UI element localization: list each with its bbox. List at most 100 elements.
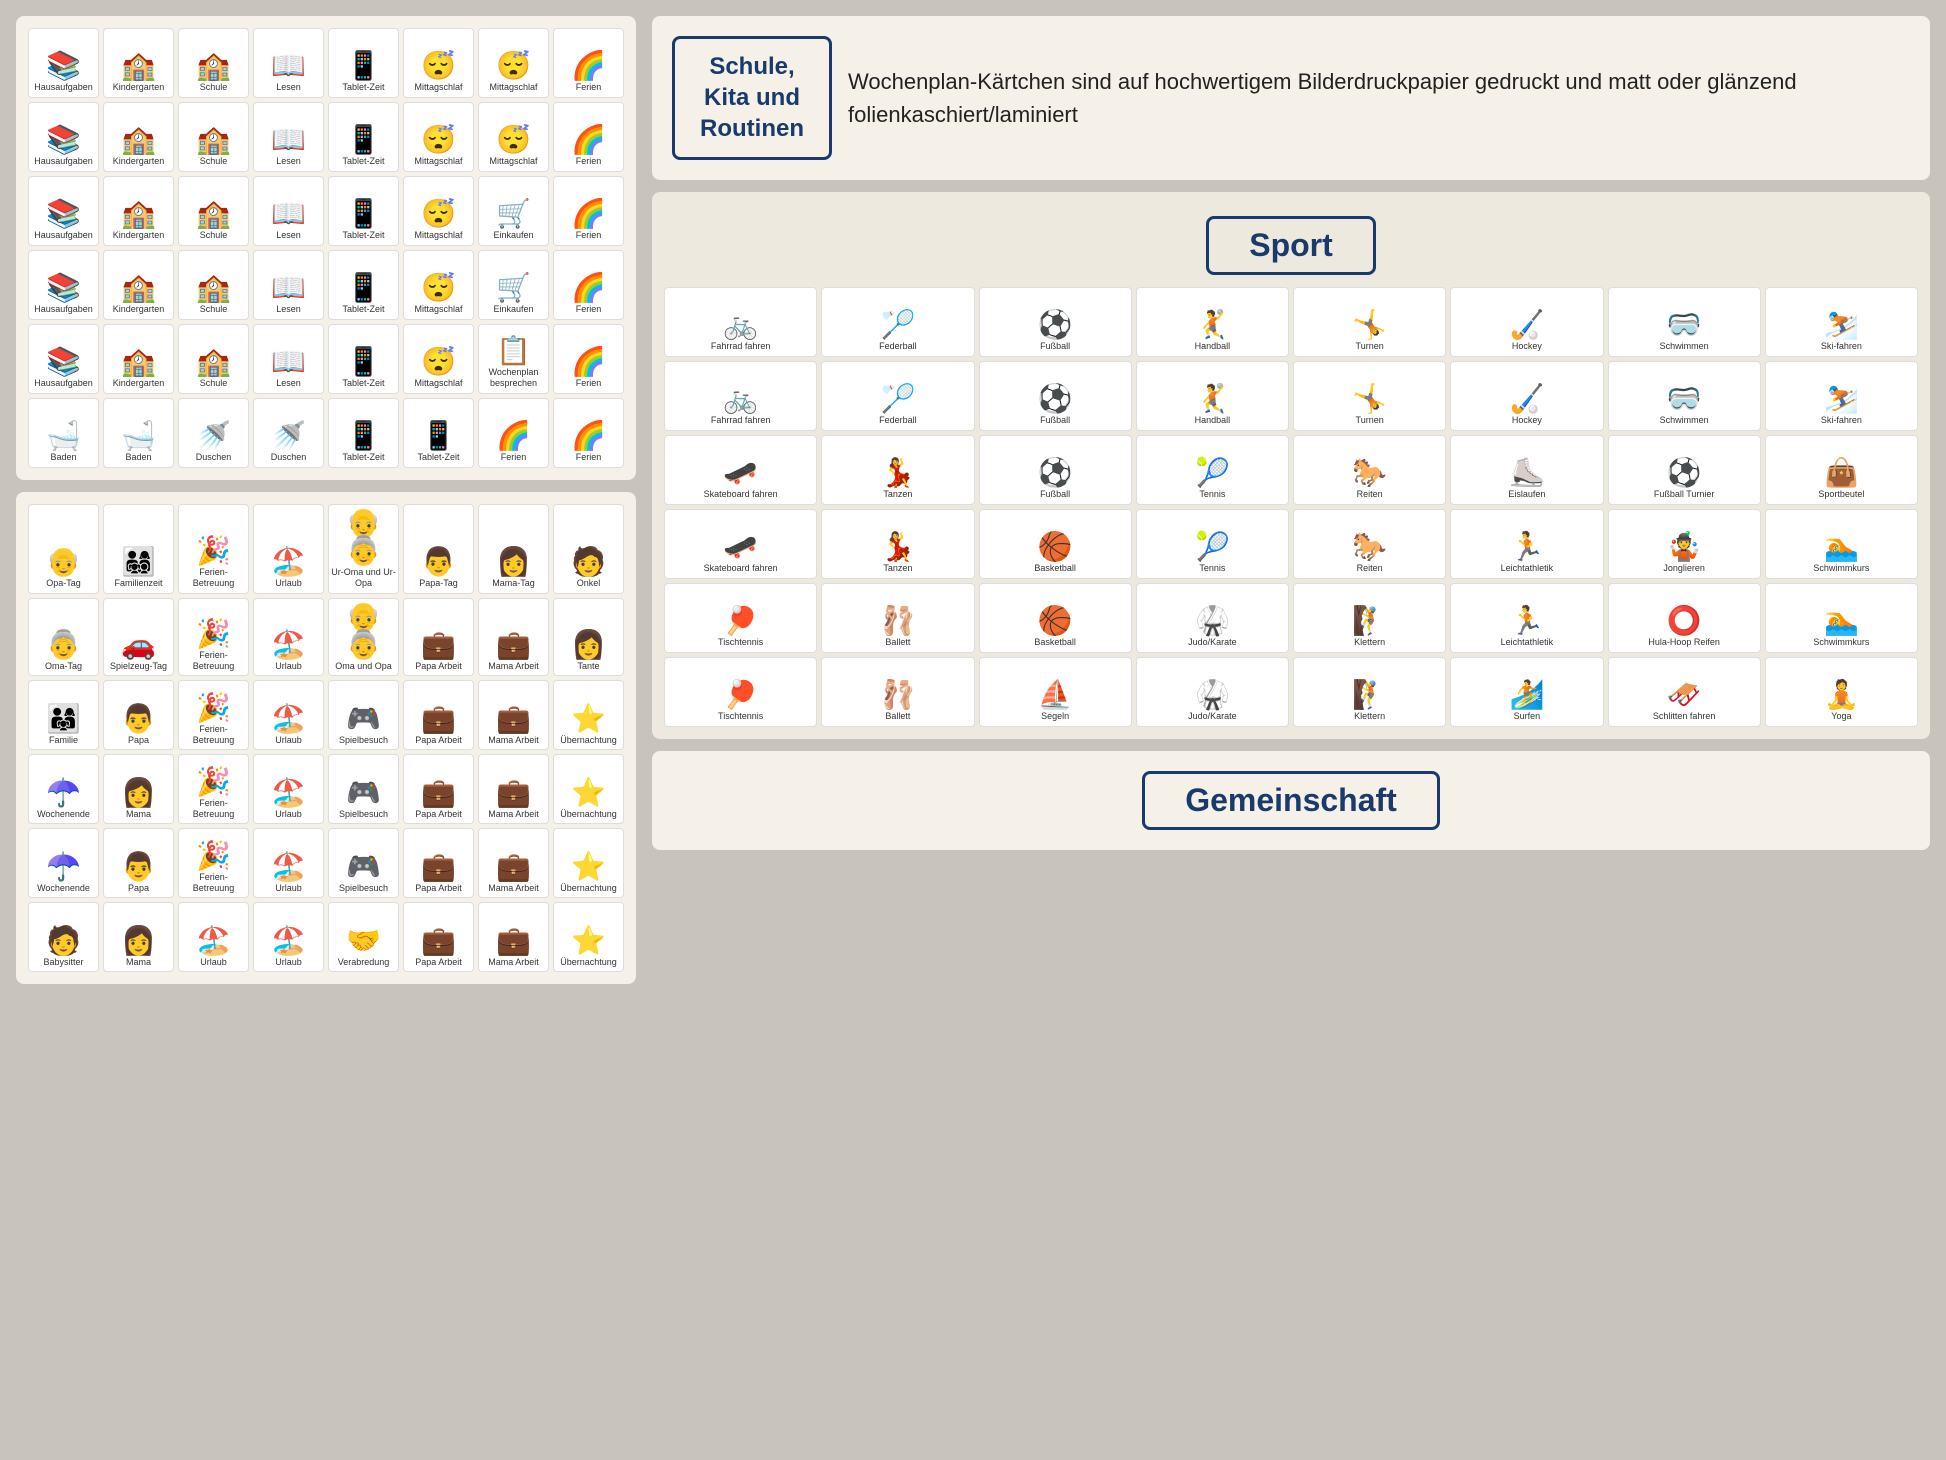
- card-label: Oma und Opa: [335, 661, 392, 672]
- card-label: Basketball: [1034, 637, 1076, 648]
- card-label: Ferien: [576, 230, 602, 241]
- card-label: Leichtathletik: [1501, 637, 1554, 648]
- card-label: Schwimmen: [1660, 341, 1709, 352]
- activity-card: 💃Tanzen: [821, 435, 974, 505]
- card-icon: 🚿: [196, 422, 231, 450]
- activity-card: 🤹Jonglieren: [1608, 509, 1761, 579]
- activity-card: 📚Hausaufgaben: [28, 250, 99, 320]
- card-label: Kindergarten: [113, 304, 165, 315]
- activity-card: 👩Mama-Tag: [478, 504, 549, 594]
- activity-card: 🚿Duschen: [253, 398, 324, 468]
- card-label: Mama-Tag: [492, 578, 535, 589]
- card-icon: 🏖️: [271, 705, 306, 733]
- card-label: Tanzen: [883, 489, 912, 500]
- activity-card: 📱 Tablet-Zeit: [328, 324, 399, 394]
- card-icon: 🏫: [196, 274, 231, 302]
- card-label: Handball: [1195, 341, 1231, 352]
- activity-card: 🎾Tennis: [1136, 435, 1289, 505]
- card-icon: 🏖️: [271, 631, 306, 659]
- card-icon: 📚: [46, 348, 81, 376]
- card-icon: 📱: [421, 422, 456, 450]
- card-label: Mittagschlaf: [414, 82, 462, 93]
- activity-card: 🌈Ferien: [553, 176, 624, 246]
- card-icon: 🏊: [1824, 533, 1859, 561]
- card-icon: ☂️: [46, 779, 81, 807]
- right-column: Schule,Kita undRoutinen Wochenplan-Kärtc…: [652, 16, 1930, 1444]
- activity-card: 💼Mama Arbeit: [478, 754, 549, 824]
- card-icon: 🏫: [196, 52, 231, 80]
- card-icon: 🧑: [571, 548, 606, 576]
- card-label: Ferien: [576, 82, 602, 93]
- card-icon: 💼: [496, 779, 531, 807]
- activity-card: 👴Opa-Tag: [28, 504, 99, 594]
- activity-card: 🏖️Urlaub: [253, 680, 324, 750]
- card-label: Fußball: [1040, 415, 1070, 426]
- activity-card: 🐎Reiten: [1293, 509, 1446, 579]
- activity-card: ☂️Wochenende: [28, 828, 99, 898]
- card-icon: 🏃: [1509, 607, 1544, 635]
- activity-card: 📚Hausaufgaben: [28, 102, 99, 172]
- card-icon: 📱: [346, 348, 381, 376]
- activity-card: 🛒Einkaufen: [478, 250, 549, 320]
- card-icon: 🏀: [1038, 533, 1073, 561]
- card-label: Papa Arbeit: [415, 735, 462, 746]
- activity-card: 😴Mittagschlaf: [403, 28, 474, 98]
- card-icon: ⭐: [571, 927, 606, 955]
- card-label: Eislaufen: [1508, 489, 1545, 500]
- card-label: Ferien-Betreuung: [181, 872, 246, 894]
- card-label: Kindergarten: [113, 156, 165, 167]
- card-label: Skateboard fahren: [704, 563, 778, 574]
- activity-card: 📖Lesen: [253, 324, 324, 394]
- card-label: Tablet-Zeit: [342, 378, 384, 389]
- card-label: Tischtennis: [718, 637, 763, 648]
- card-icon: 📱: [346, 52, 381, 80]
- card-label: Ferien: [576, 156, 602, 167]
- card-label: Federball: [879, 341, 917, 352]
- card-icon: 🎉: [196, 842, 231, 870]
- card-icon: 📖: [271, 274, 306, 302]
- card-label: Spielbesuch: [339, 735, 388, 746]
- activity-card: ⛸️Eislaufen: [1450, 435, 1603, 505]
- activity-card: 👴👵Ur-Oma und Ur-Opa: [328, 504, 399, 594]
- card-label: Schwimmkurs: [1813, 563, 1869, 574]
- card-icon: 😴: [421, 274, 456, 302]
- card-label: Klettern: [1354, 711, 1385, 722]
- card-icon: ⭕: [1667, 607, 1702, 635]
- card-icon: 📖: [271, 52, 306, 80]
- card-label: Duschen: [271, 452, 307, 463]
- activity-card: 🧗Klettern: [1293, 583, 1446, 653]
- activity-card: 📖Lesen: [253, 102, 324, 172]
- card-label: Mittagschlaf: [414, 156, 462, 167]
- card-label: Papa-Tag: [419, 578, 458, 589]
- card-label: Mama Arbeit: [488, 957, 539, 968]
- card-label: Mittagschlaf: [489, 156, 537, 167]
- card-icon: ☂️: [46, 853, 81, 881]
- card-icon: 🎮: [346, 705, 381, 733]
- card-label: Ferien: [576, 304, 602, 315]
- card-label: Fußball: [1040, 489, 1070, 500]
- activity-card: 🤸Turnen: [1293, 287, 1446, 357]
- card-icon: 📖: [271, 200, 306, 228]
- activity-card: 🧘Yoga: [1765, 657, 1918, 727]
- card-icon: 🎾: [1195, 533, 1230, 561]
- card-icon: 🥽: [1667, 311, 1702, 339]
- card-icon: 💼: [421, 779, 456, 807]
- card-icon: 🤾: [1195, 311, 1230, 339]
- card-icon: 🥋: [1195, 607, 1230, 635]
- activity-card: 👩Tante: [553, 598, 624, 677]
- card-label: Einkaufen: [493, 304, 533, 315]
- card-label: Familienzeit: [114, 578, 162, 589]
- card-label: Hausaufgaben: [34, 378, 93, 389]
- card-label: Ferien-Betreuung: [181, 798, 246, 820]
- activity-card: 👨‍👩‍👧‍👦Familienzeit: [103, 504, 174, 594]
- top-info-panel: Schule,Kita undRoutinen Wochenplan-Kärtc…: [652, 16, 1930, 180]
- card-icon: 🏓: [723, 607, 758, 635]
- card-label: Wochenende: [37, 809, 90, 820]
- activity-card: 🎉Ferien-Betreuung: [178, 828, 249, 898]
- card-icon: ⭐: [571, 853, 606, 881]
- card-label: Urlaub: [200, 957, 227, 968]
- activity-card: 🎾Tennis: [1136, 509, 1289, 579]
- card-icon: 📱: [346, 422, 381, 450]
- card-label: Tablet-Zeit: [342, 304, 384, 315]
- card-icon: 👵: [46, 631, 81, 659]
